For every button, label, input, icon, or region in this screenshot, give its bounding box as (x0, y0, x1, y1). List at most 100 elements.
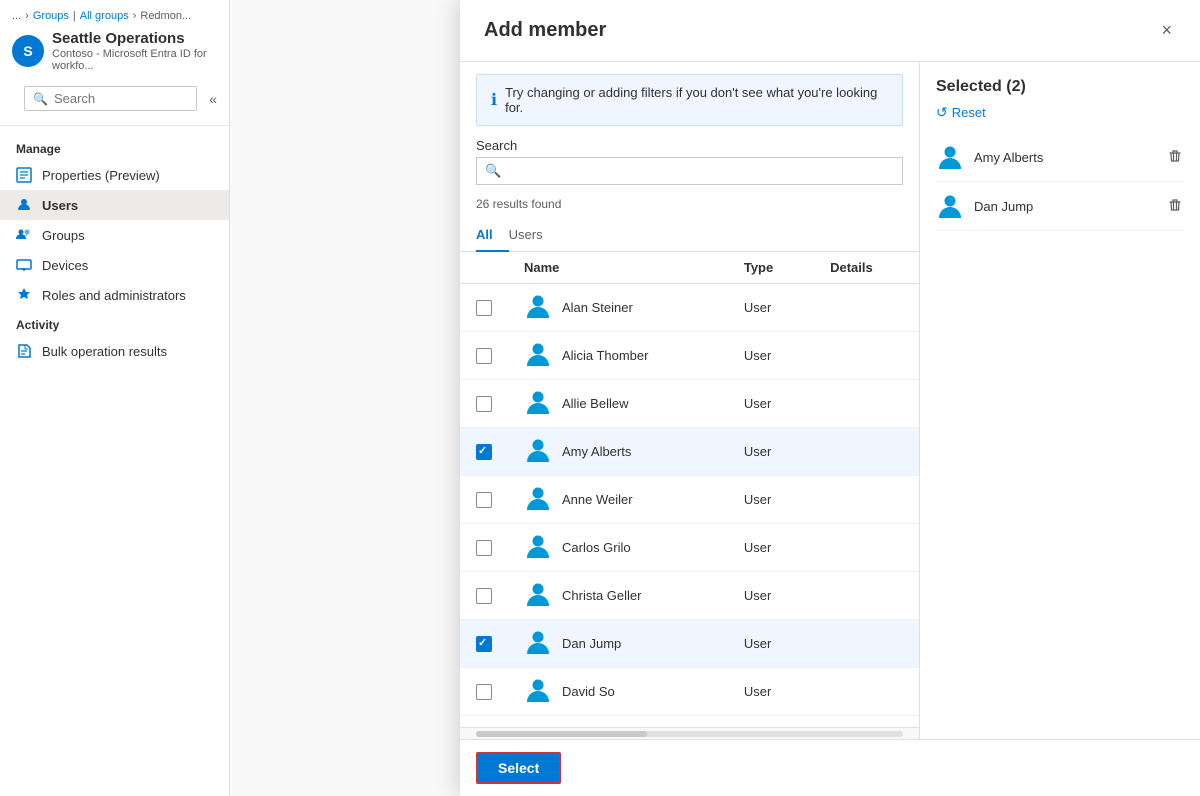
search-input-icon: 🔍 (485, 163, 501, 179)
right-panel: Selected (2) ↺ Reset (920, 62, 1200, 739)
reset-icon: ↺ (936, 104, 948, 121)
modal-close-button[interactable]: × (1157, 16, 1176, 45)
sidebar-item-bulk[interactable]: Bulk operation results (0, 336, 229, 366)
table-row[interactable]: Amy AlbertsUser (460, 428, 919, 476)
user-details (814, 572, 919, 620)
reset-button[interactable]: ↺ Reset (936, 104, 1184, 121)
table-row[interactable]: Alan Steiner User (460, 284, 919, 332)
table-row[interactable]: Allie BellewUser (460, 380, 919, 428)
table-row[interactable]: David So User (460, 668, 919, 716)
user-details (814, 428, 919, 476)
table-row[interactable]: Anne WeilerUser (460, 476, 919, 524)
member-search-input[interactable] (507, 164, 894, 179)
sidebar-item-users-label: Users (42, 198, 78, 213)
table-row[interactable]: Dan JumpUser (460, 620, 919, 668)
select-button[interactable]: Select (476, 752, 561, 784)
user-type: User (728, 668, 814, 716)
row-checkbox[interactable] (476, 684, 492, 700)
table-row[interactable]: Alicia ThomberUser (460, 332, 919, 380)
modal-footer: Select (460, 739, 1200, 796)
breadcrumb: ... › Groups | All groups › Redmon... (12, 10, 217, 22)
user-type: User (728, 572, 814, 620)
row-checkbox[interactable] (476, 492, 492, 508)
user-details (814, 476, 919, 524)
user-details (814, 668, 919, 716)
sidebar-search-input[interactable] (54, 91, 188, 106)
collapse-icon[interactable]: « (209, 91, 217, 107)
user-name: Carlos Grilo (562, 540, 631, 555)
selected-header: Selected (2) (936, 78, 1184, 96)
user-avatar-icon (524, 484, 552, 515)
col-checkbox (460, 252, 508, 284)
sidebar-item-bulk-label: Bulk operation results (42, 344, 167, 359)
selected-item-dan-name: Dan Jump (974, 199, 1156, 214)
breadcrumb-ellipsis: ... (12, 10, 21, 22)
user-type: User (728, 284, 814, 332)
breadcrumb-current: Redmon... (140, 10, 191, 22)
user-details (814, 716, 919, 728)
row-checkbox[interactable] (476, 636, 492, 652)
name-cell: Amy Alberts (524, 436, 712, 467)
row-checkbox[interactable] (476, 348, 492, 364)
user-name: Dan Jump (562, 636, 621, 651)
user-avatar-icon (524, 532, 552, 563)
name-cell: Alicia Thomber (524, 340, 712, 371)
table-row[interactable]: Carlos GriloUser (460, 524, 919, 572)
info-banner: ℹ Try changing or adding filters if you … (476, 74, 903, 126)
sidebar-item-groups-label: Groups (42, 228, 85, 243)
sidebar-search-box[interactable]: 🔍 (24, 86, 197, 111)
reset-label: Reset (952, 105, 986, 120)
horizontal-scroll[interactable] (460, 727, 919, 739)
search-section: Search 🔍 (460, 138, 919, 193)
selected-items-list: Amy Alberts (936, 133, 1184, 231)
info-icon: ℹ (491, 90, 497, 110)
row-checkbox[interactable] (476, 588, 492, 604)
name-cell: Diane Prescott (524, 724, 712, 727)
org-header: S Seattle Operations Contoso - Microsoft… (12, 30, 217, 72)
row-checkbox[interactable] (476, 396, 492, 412)
sidebar-item-properties-label: Properties (Preview) (42, 168, 160, 183)
user-details (814, 524, 919, 572)
delete-dan-button[interactable] (1166, 196, 1184, 217)
table-row[interactable]: Diane Prescott User (460, 716, 919, 728)
sidebar-item-properties[interactable]: Properties (Preview) (0, 160, 229, 190)
modal-body: ℹ Try changing or adding filters if you … (460, 62, 1200, 739)
user-type: User (728, 476, 814, 524)
user-name: Alicia Thomber (562, 348, 648, 363)
delete-amy-button[interactable] (1166, 147, 1184, 168)
breadcrumb-all-groups[interactable]: All groups (80, 10, 129, 22)
sidebar-item-devices[interactable]: Devices (0, 250, 229, 280)
breadcrumb-groups[interactable]: Groups (33, 10, 69, 22)
left-panel: ℹ Try changing or adding filters if you … (460, 62, 920, 739)
sidebar: ... › Groups | All groups › Redmon... S … (0, 0, 230, 796)
tab-users[interactable]: Users (509, 219, 559, 252)
tab-all[interactable]: All (476, 219, 509, 252)
user-avatar-icon (524, 388, 552, 419)
org-subtitle: Contoso - Microsoft Entra ID for workfo.… (52, 48, 217, 72)
user-name: Allie Bellew (562, 396, 628, 411)
sidebar-item-groups[interactable]: Groups (0, 220, 229, 250)
main-content: Add member × ℹ Try changing or adding fi… (230, 0, 1200, 796)
name-cell: Allie Bellew (524, 388, 712, 419)
user-type: User (728, 716, 814, 728)
name-cell: Dan Jump (524, 628, 712, 659)
user-avatar-icon (524, 292, 552, 323)
sidebar-item-users[interactable]: Users (0, 190, 229, 220)
row-checkbox[interactable] (476, 300, 492, 316)
user-details (814, 620, 919, 668)
user-name: David So (562, 684, 615, 699)
table-row[interactable]: Christa GellerUser (460, 572, 919, 620)
user-avatar-icon (524, 676, 552, 707)
properties-icon (16, 167, 32, 183)
user-name: Alan Steiner (562, 300, 633, 315)
org-name: Seattle Operations (52, 30, 217, 48)
org-info: Seattle Operations Contoso - Microsoft E… (52, 30, 217, 72)
selected-avatar-dan (936, 192, 964, 220)
selected-title: Selected (2) (936, 78, 1026, 96)
selected-item-dan: Dan Jump (936, 182, 1184, 231)
sidebar-header: ... › Groups | All groups › Redmon... S … (0, 0, 229, 126)
sidebar-item-roles[interactable]: Roles and administrators (0, 280, 229, 310)
row-checkbox[interactable] (476, 444, 492, 460)
row-checkbox[interactable] (476, 540, 492, 556)
user-table: Name Type Details Alan SteinerUserAlicia… (460, 252, 919, 727)
